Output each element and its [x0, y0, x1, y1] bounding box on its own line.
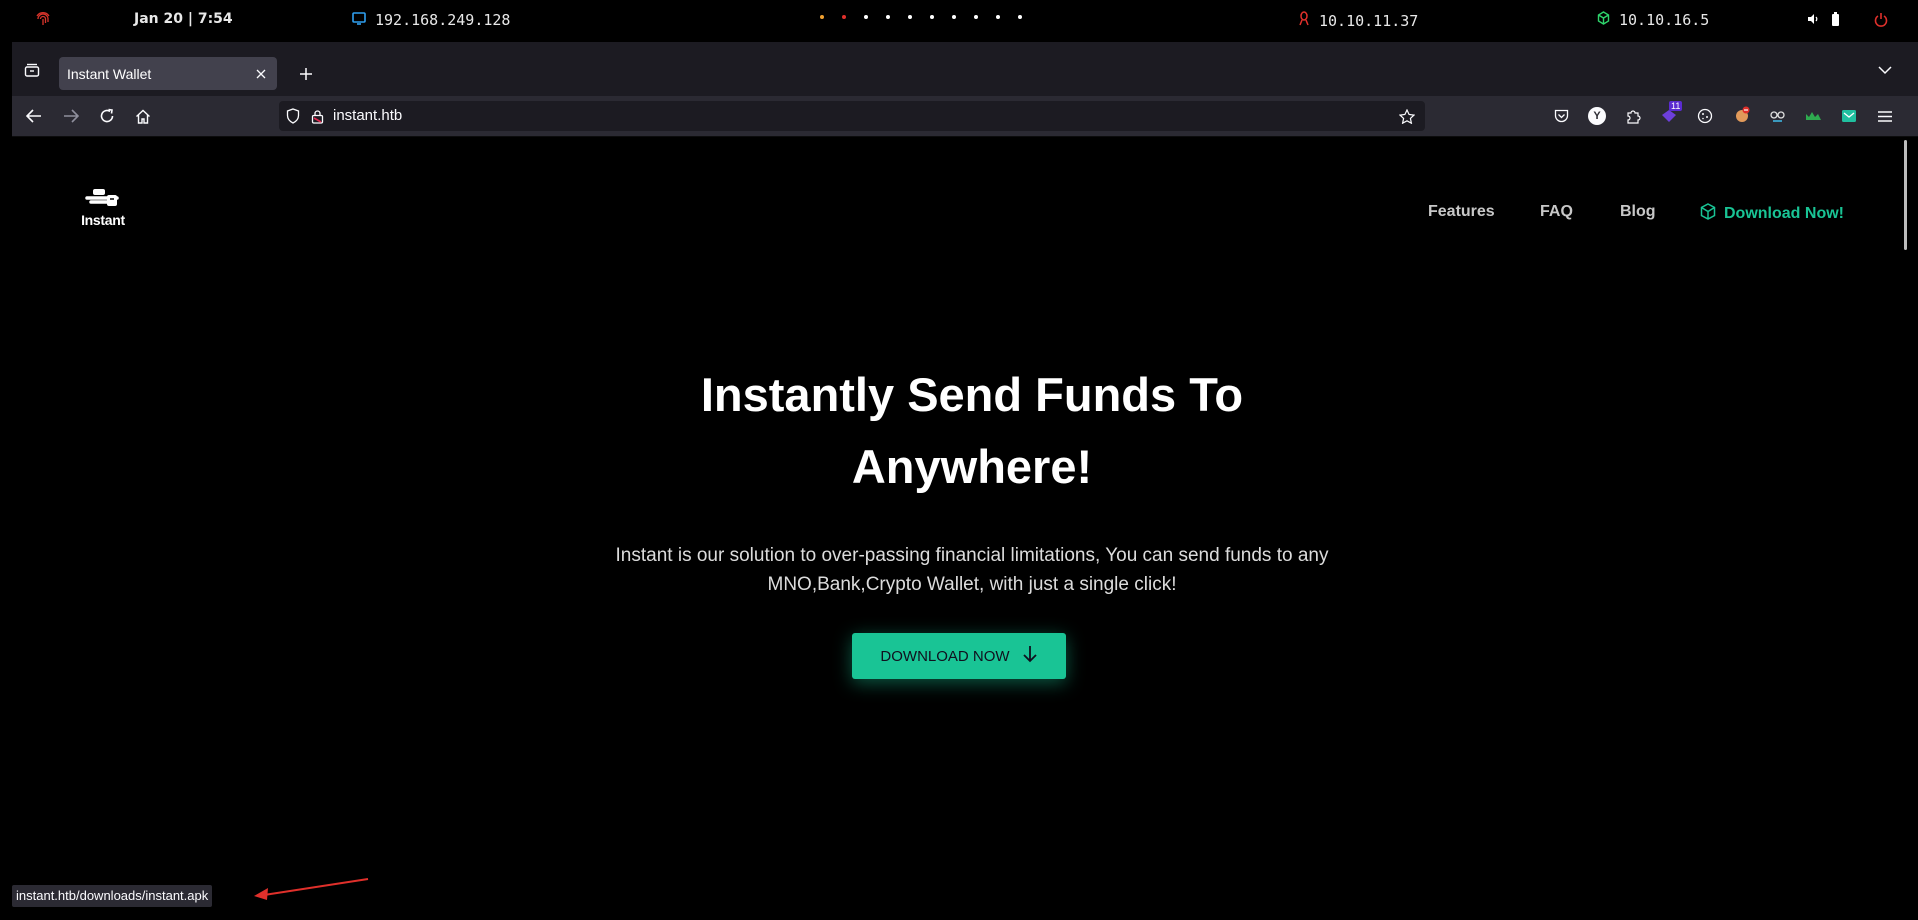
workspace-indicators[interactable]	[820, 15, 1022, 19]
shield-icon[interactable]	[285, 108, 301, 124]
mascot-extension-icon[interactable]	[1768, 107, 1786, 125]
system-top-bar: Jan 20 | 7:54 192.168.249.128 10.10.11.3…	[0, 0, 1918, 42]
back-icon[interactable]	[24, 106, 44, 126]
vm-ip-text: 192.168.249.128	[375, 11, 511, 29]
star-icon[interactable]	[1399, 108, 1415, 124]
vpn-ip-text: 10.10.16.5	[1619, 11, 1710, 29]
annotation-arrow	[254, 878, 369, 900]
battery-icon[interactable]	[1831, 12, 1840, 27]
browser-tab-bar: Instant Wallet	[12, 42, 1918, 96]
forward-icon[interactable]	[61, 106, 81, 126]
nav-faq-link[interactable]: FAQ	[1540, 203, 1573, 221]
chevron-down-icon[interactable]	[1873, 62, 1897, 78]
cube-icon	[1597, 11, 1610, 29]
cube-icon	[1700, 203, 1716, 225]
nav-blog-link[interactable]: Blog	[1620, 203, 1656, 221]
download-now-button[interactable]: DOWNLOAD NOW	[852, 633, 1066, 679]
close-icon[interactable]	[251, 69, 271, 79]
nav-features-link[interactable]: Features	[1428, 203, 1495, 221]
cookie-icon[interactable]	[1696, 107, 1714, 125]
speaker-icon[interactable]	[1807, 13, 1820, 25]
page-scrollbar[interactable]	[1904, 140, 1907, 250]
hacktools-extension-icon[interactable]	[1804, 107, 1822, 125]
vpn-ip-indicator: 10.10.16.5	[1597, 11, 1709, 29]
foxyproxy-extension-icon[interactable]	[1732, 105, 1752, 125]
lock-icon[interactable]	[309, 108, 325, 124]
browser-toolbar: instant.htb Y 11	[12, 96, 1918, 137]
tab-title: Instant Wallet	[67, 65, 152, 82]
reload-icon[interactable]	[97, 106, 117, 126]
url-text[interactable]: instant.htb	[333, 107, 402, 124]
extension-badge: 11	[1669, 101, 1683, 111]
logo-text: Instant	[81, 212, 125, 228]
fingerprint-icon[interactable]	[36, 11, 50, 27]
target-ip-indicator: 10.10.11.37	[1298, 11, 1418, 30]
home-icon[interactable]	[133, 106, 153, 126]
power-icon[interactable]	[1874, 12, 1888, 27]
plus-icon[interactable]	[294, 62, 318, 86]
arrow-down-icon	[1022, 645, 1038, 667]
status-bar-link-preview: instant.htb/downloads/instant.apk	[12, 885, 213, 907]
logo-icon	[85, 189, 119, 206]
tab-list-icon[interactable]	[20, 58, 44, 82]
nav-download-label: Download Now!	[1724, 205, 1844, 222]
hero-title: Instantly Send Funds To Anywhere!	[700, 368, 1244, 493]
linux-icon	[1298, 11, 1310, 30]
clock-date: Jan 20 | 7:54	[134, 11, 233, 27]
download-now-label: DOWNLOAD NOW	[880, 647, 1010, 665]
address-bar[interactable]: instant.htb	[279, 101, 1425, 131]
site-logo[interactable]: Instant	[74, 187, 132, 228]
yomichan-extension-icon[interactable]: Y	[1588, 107, 1606, 125]
vm-ip-indicator: 192.168.249.128	[352, 11, 510, 29]
mail-extension-icon[interactable]	[1840, 107, 1858, 125]
web-page: Instant Features FAQ Blog Download Now! …	[12, 137, 1904, 920]
nav-download-link[interactable]: Download Now!	[1700, 203, 1844, 225]
tab-instant-wallet[interactable]: Instant Wallet	[59, 57, 277, 90]
monitor-icon	[352, 11, 366, 29]
menu-icon[interactable]	[1876, 107, 1894, 125]
extensions-puzzle-icon[interactable]	[1624, 107, 1642, 125]
wappalyzer-extension-icon[interactable]: 11	[1660, 101, 1683, 125]
target-ip-text: 10.10.11.37	[1319, 11, 1419, 30]
pocket-icon[interactable]	[1552, 107, 1570, 125]
hero-description: Instant is our solution to over-passing …	[615, 545, 1329, 595]
